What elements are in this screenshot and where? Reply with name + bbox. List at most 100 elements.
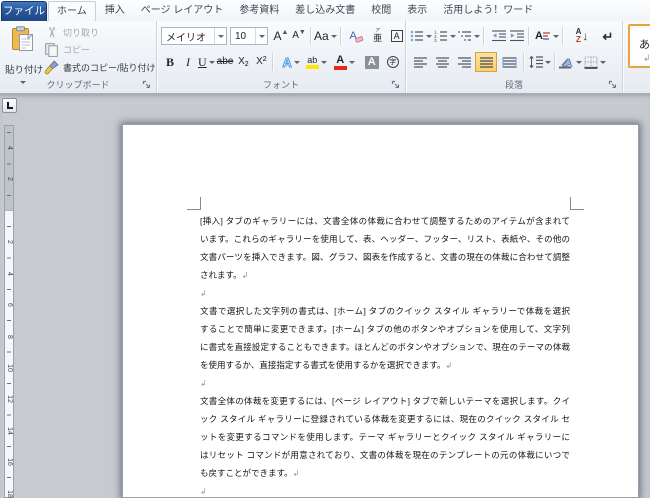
- justify-button[interactable]: [475, 52, 497, 72]
- align-right-button[interactable]: [453, 52, 475, 72]
- tab-custom-word[interactable]: 活用しよう！ワード: [435, 1, 541, 21]
- paragraph-mark: ↲: [445, 361, 453, 370]
- clear-formatting-button[interactable]: A: [348, 26, 366, 46]
- font-name-dropdown[interactable]: [214, 28, 226, 44]
- borders-button[interactable]: [583, 52, 607, 72]
- subscript-button[interactable]: X2: [234, 52, 252, 72]
- align-right-icon: [457, 56, 471, 68]
- separator: [339, 27, 341, 45]
- tab-review[interactable]: 校閲: [363, 1, 399, 21]
- font-color-button[interactable]: A: [333, 52, 356, 72]
- text-effects-letter: A: [282, 54, 292, 70]
- tab-file[interactable]: ファイル: [1, 1, 47, 21]
- increase-indent-button[interactable]: [508, 26, 526, 46]
- font-name-combo[interactable]: メイリオ: [161, 27, 227, 45]
- separator: [272, 53, 274, 71]
- text-effects-button[interactable]: A: [281, 52, 300, 72]
- dropdown-arrow-icon: [258, 34, 265, 38]
- show-marks-button[interactable]: ↵: [599, 26, 617, 46]
- decrease-indent-button[interactable]: [490, 26, 508, 46]
- numbering-icon: 1.2.3.: [434, 30, 447, 42]
- copy-button[interactable]: コピー: [44, 41, 90, 58]
- ribbon: 貼り付け ✂ 切り取り コピー 書式のコピー/貼り付け クリップボード メイリオ…: [0, 21, 650, 94]
- multilevel-list-icon: [458, 31, 471, 41]
- separator: [528, 27, 529, 45]
- text-run: を使用するか、直接指定する書式を使用するかを選択できます。: [200, 360, 446, 370]
- distribute-button[interactable]: [497, 52, 521, 72]
- character-shading-button[interactable]: A: [363, 52, 381, 72]
- clipboard-dialog-launcher[interactable]: [142, 80, 152, 90]
- tab-references[interactable]: 参考資料: [231, 1, 287, 21]
- bold-button[interactable]: B: [161, 52, 179, 72]
- tab-insert[interactable]: 挿入: [97, 1, 133, 21]
- dropdown-arrow-icon: [474, 34, 480, 38]
- tab-mailings[interactable]: 差し込み文書: [287, 1, 363, 21]
- text-line: 文書全体の体裁を変更するには、[ページ レイアウト] タブで新しいテーマを選択し…: [200, 396, 570, 406]
- ruler-number: 14: [6, 427, 13, 435]
- multilevel-list-button[interactable]: [457, 26, 481, 46]
- group-styles: あ ↲: [624, 21, 650, 93]
- tab-view[interactable]: 表示: [399, 1, 435, 21]
- text-line: ットを変更するコマンドを使用します。テーマ ギャラリーとクイック スタイル ギャ…: [200, 432, 570, 442]
- character-border-button[interactable]: A: [389, 26, 405, 46]
- dropdown-arrow-icon: [552, 34, 559, 38]
- phonetic-guide-button[interactable]: ア亜: [369, 26, 387, 46]
- font-size-combo[interactable]: 10: [230, 27, 268, 45]
- italic-button[interactable]: I: [179, 52, 197, 72]
- crop-mark-top-right: [570, 209, 584, 210]
- group-paragraph: 1. 2. 3. A A Z ↓ ↵ 段落: [406, 21, 623, 93]
- document-text[interactable]: [挿入] タブのギャラリーには、文書全体の体裁に合わせて調整するためのアイテムが…: [200, 212, 570, 498]
- asian-layout-marks-icon: [542, 32, 550, 40]
- text-run: も戻すことができます。: [200, 468, 293, 478]
- text-line: います。これらのギャラリーを使用して、表、ヘッダー、フッター、リスト、表紙や、そ…: [200, 234, 570, 244]
- paragraph-mark: ↲: [200, 379, 207, 388]
- font-size-dropdown[interactable]: [255, 28, 267, 44]
- icon-stack: ア亜: [373, 29, 382, 43]
- font-dialog-launcher[interactable]: [391, 80, 401, 90]
- group-clipboard: 貼り付け ✂ 切り取り コピー 書式のコピー/貼り付け クリップボード: [0, 21, 157, 93]
- align-center-button[interactable]: [431, 52, 453, 72]
- text-line: も戻すことができます。↲: [200, 464, 570, 482]
- text-line: 文書パーツを挿入できます。図、グラフ、図表を作成すると、文書の現在の体裁に合わせ…: [200, 252, 570, 262]
- italic-letter: I: [186, 55, 190, 69]
- style-preview-char: あ: [639, 39, 650, 51]
- subscript-letter: X: [238, 56, 245, 67]
- tab-home[interactable]: ホーム: [48, 1, 96, 21]
- paragraph-mark: ↲: [200, 487, 207, 496]
- cut-button[interactable]: ✂ 切り取り: [44, 24, 99, 41]
- decrease-indent-icon: [492, 30, 506, 42]
- sort-button[interactable]: AZ ↓: [573, 26, 591, 46]
- highlight-button[interactable]: ab: [305, 52, 328, 72]
- underline-button[interactable]: U: [197, 52, 216, 72]
- shading-button[interactable]: [557, 52, 583, 72]
- line-spacing-icon: [529, 56, 543, 68]
- page[interactable]: [挿入] タブのギャラリーには、文書全体の体裁に合わせて調整するためのアイテムが…: [122, 124, 639, 498]
- tab-stop-selector[interactable]: [2, 98, 17, 113]
- strikethrough-button[interactable]: abe: [216, 52, 235, 72]
- superscript-letter: X: [256, 56, 263, 67]
- tab-page-layout[interactable]: ページ レイアウト: [133, 1, 232, 21]
- grow-font-button[interactable]: A ▲: [272, 26, 290, 46]
- paste-icon: [12, 26, 34, 51]
- ruler-number: 2: [6, 177, 13, 181]
- paragraph-mark: ↲: [200, 289, 207, 298]
- vertical-ruler[interactable]: 4 2 2 4 6 8 10 12 14 16 18: [4, 125, 14, 498]
- numbering-button[interactable]: 1. 2. 3.: [433, 26, 457, 46]
- change-case-button[interactable]: Aa: [313, 26, 338, 46]
- align-left-button[interactable]: [409, 52, 431, 72]
- asian-layout-button[interactable]: A: [534, 26, 560, 46]
- superscript-button[interactable]: X2: [252, 52, 270, 72]
- paragraph-dialog-launcher[interactable]: [608, 80, 618, 90]
- dropdown-arrow-icon: [600, 60, 606, 64]
- ruler-number: 12: [6, 395, 13, 403]
- shrink-font-button[interactable]: A ▼: [290, 26, 308, 46]
- line-spacing-button[interactable]: [528, 52, 552, 72]
- shading-icon: [559, 58, 573, 68]
- enclose-characters-button[interactable]: 字: [385, 52, 401, 72]
- sort-arrow-icon: ↓: [582, 29, 589, 43]
- bullets-icon: [410, 30, 423, 42]
- format-painter-button[interactable]: 書式のコピー/貼り付け: [44, 59, 156, 76]
- bullets-button[interactable]: [409, 26, 433, 46]
- style-preview-normal[interactable]: あ ↲: [628, 24, 650, 68]
- dropdown-arrow-icon: [348, 60, 355, 64]
